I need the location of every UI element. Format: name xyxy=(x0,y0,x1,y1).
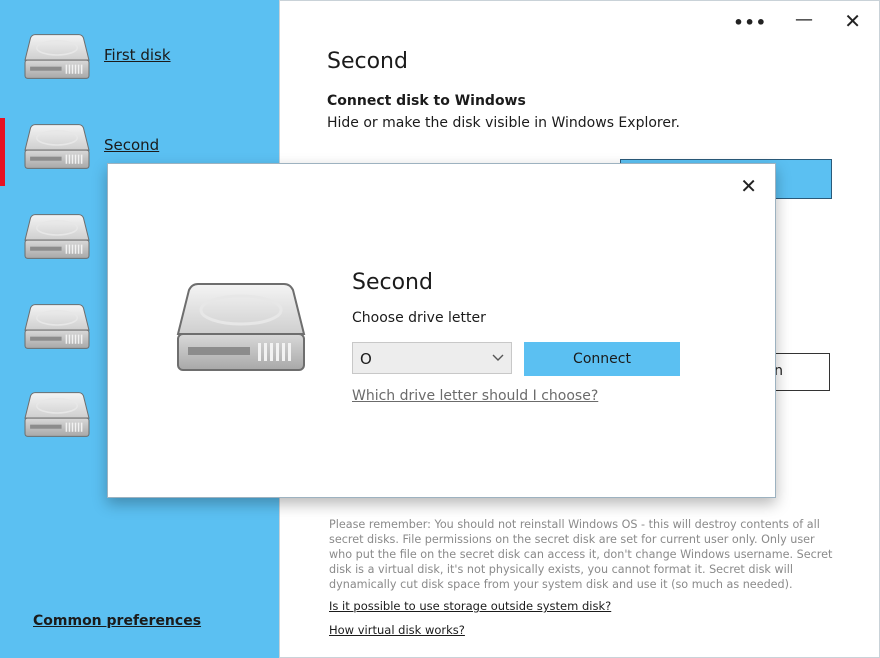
connect-button[interactable]: Connect xyxy=(524,342,680,376)
drive-letter-value: O xyxy=(360,350,372,368)
common-preferences-link[interactable]: Common preferences xyxy=(33,613,201,629)
close-window-icon[interactable]: ✕ xyxy=(844,9,861,33)
hard-disk-icon xyxy=(24,30,90,82)
sidebar-item-label[interactable]: Second xyxy=(104,136,159,154)
hard-disk-icon xyxy=(24,210,90,262)
page-title: Second xyxy=(327,49,408,74)
sidebar-item-label[interactable]: First disk xyxy=(104,46,171,64)
choose-drive-letter-label: Choose drive letter xyxy=(352,310,486,326)
sidebar-item-first-disk[interactable]: First disk xyxy=(0,26,280,96)
selection-indicator xyxy=(0,118,5,186)
section-heading: Connect disk to Windows xyxy=(327,93,526,109)
chevron-down-icon xyxy=(492,354,504,361)
which-drive-letter-link[interactable]: Which drive letter should I choose? xyxy=(352,388,598,404)
hard-disk-icon xyxy=(24,120,90,172)
connect-disk-dialog: ✕ Second Choose drive letter O Connect W… xyxy=(107,163,776,498)
drive-letter-select[interactable]: O xyxy=(352,342,512,374)
storage-outside-system-link[interactable]: Is it possible to use storage outside sy… xyxy=(329,599,611,613)
section-description: Hide or make the disk visible in Windows… xyxy=(327,115,680,131)
dialog-close-icon[interactable]: ✕ xyxy=(740,174,757,198)
more-options-icon[interactable]: ••• xyxy=(733,13,767,32)
minimize-icon[interactable]: — xyxy=(795,9,813,30)
hard-disk-icon xyxy=(24,388,90,440)
hard-disk-icon xyxy=(24,300,90,352)
how-virtual-disk-works-link[interactable]: How virtual disk works? xyxy=(329,623,465,637)
notice-text: Please remember: You should not reinstal… xyxy=(329,518,833,591)
hard-disk-icon xyxy=(176,276,306,376)
dialog-title: Second xyxy=(352,270,433,295)
